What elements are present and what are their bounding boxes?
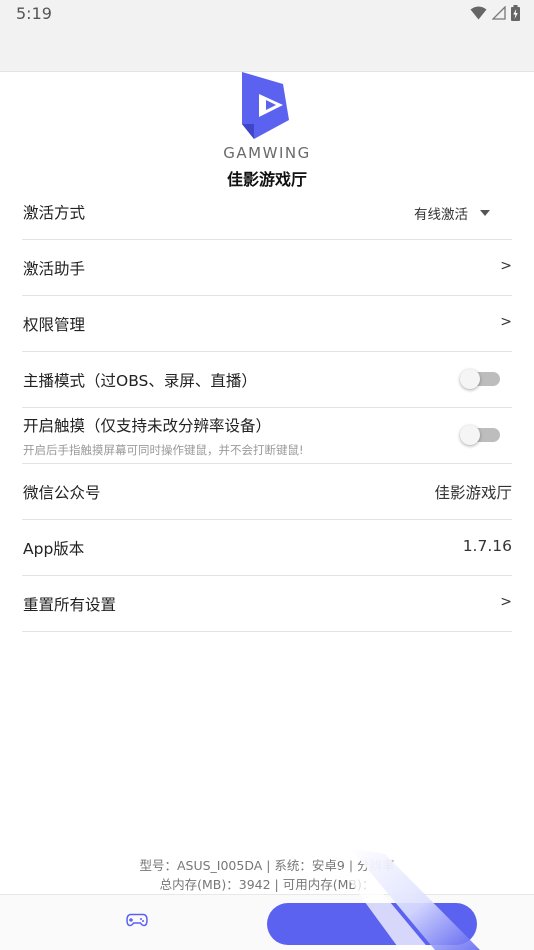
logo-text: GAMWING xyxy=(223,144,311,162)
signal-icon xyxy=(492,6,506,20)
permission-manage-label: 权限管理 xyxy=(23,316,86,334)
activation-mode-label: 激活方式 xyxy=(23,204,86,222)
toggle-knob xyxy=(460,425,480,445)
wifi-icon xyxy=(470,6,487,20)
dropdown-arrow-icon xyxy=(480,210,490,216)
battery-charging-icon xyxy=(511,5,520,21)
wechat-label: 微信公众号 xyxy=(23,484,101,502)
activation-mode-dropdown[interactable]: 有线激活 xyxy=(414,203,490,223)
chevron-right-icon: > xyxy=(500,314,512,330)
chevron-right-icon: > xyxy=(500,594,512,610)
settings-list: 激活方式 有线激活 激活助手 > 权限管理 > 主播模式（过OBS、录屏、直播）… xyxy=(22,184,512,632)
row-reset[interactable]: 重置所有设置 > xyxy=(22,576,512,632)
decorative-swoosh xyxy=(340,848,480,950)
status-time: 5:19 xyxy=(16,4,52,23)
app-version-value: 1.7.16 xyxy=(462,537,512,555)
touch-enable-label: 开启触摸（仅支持未改分辨率设备） xyxy=(23,417,272,435)
row-activation-mode[interactable]: 激活方式 有线激活 xyxy=(22,184,512,240)
touch-enable-toggle[interactable] xyxy=(460,425,500,445)
wechat-value: 佳影游戏厅 xyxy=(434,484,512,502)
chevron-right-icon: > xyxy=(500,258,512,274)
row-app-version: App版本 1.7.16 xyxy=(22,520,512,576)
streamer-mode-label: 主播模式（过OBS、录屏、直播） xyxy=(23,372,257,390)
status-bar: 5:19 xyxy=(0,0,534,72)
streamer-mode-toggle[interactable] xyxy=(460,369,500,389)
touch-enable-description: 开启后手指触摸屏幕可同时操作键鼠，并不会打断键鼠! xyxy=(23,443,304,457)
gamwing-logo-icon xyxy=(242,72,289,139)
row-touch-enable: 开启触摸（仅支持未改分辨率设备） 开启后手指触摸屏幕可同时操作键鼠，并不会打断键… xyxy=(22,408,512,464)
row-permission-manage[interactable]: 权限管理 > xyxy=(22,296,512,352)
app-version-label: App版本 xyxy=(23,540,85,558)
status-icons xyxy=(470,4,520,22)
row-streamer-mode: 主播模式（过OBS、录屏、直播） xyxy=(22,352,512,408)
row-activation-helper[interactable]: 激活助手 > xyxy=(22,240,512,296)
row-wechat: 微信公众号 佳影游戏厅 xyxy=(22,464,512,520)
gamepad-icon[interactable] xyxy=(126,913,148,927)
logo-area: GAMWING 佳影游戏厅 xyxy=(0,72,534,190)
reset-label: 重置所有设置 xyxy=(23,596,117,614)
activation-mode-value: 有线激活 xyxy=(414,207,468,223)
toggle-knob xyxy=(460,369,480,389)
activation-helper-label: 激活助手 xyxy=(23,260,86,278)
